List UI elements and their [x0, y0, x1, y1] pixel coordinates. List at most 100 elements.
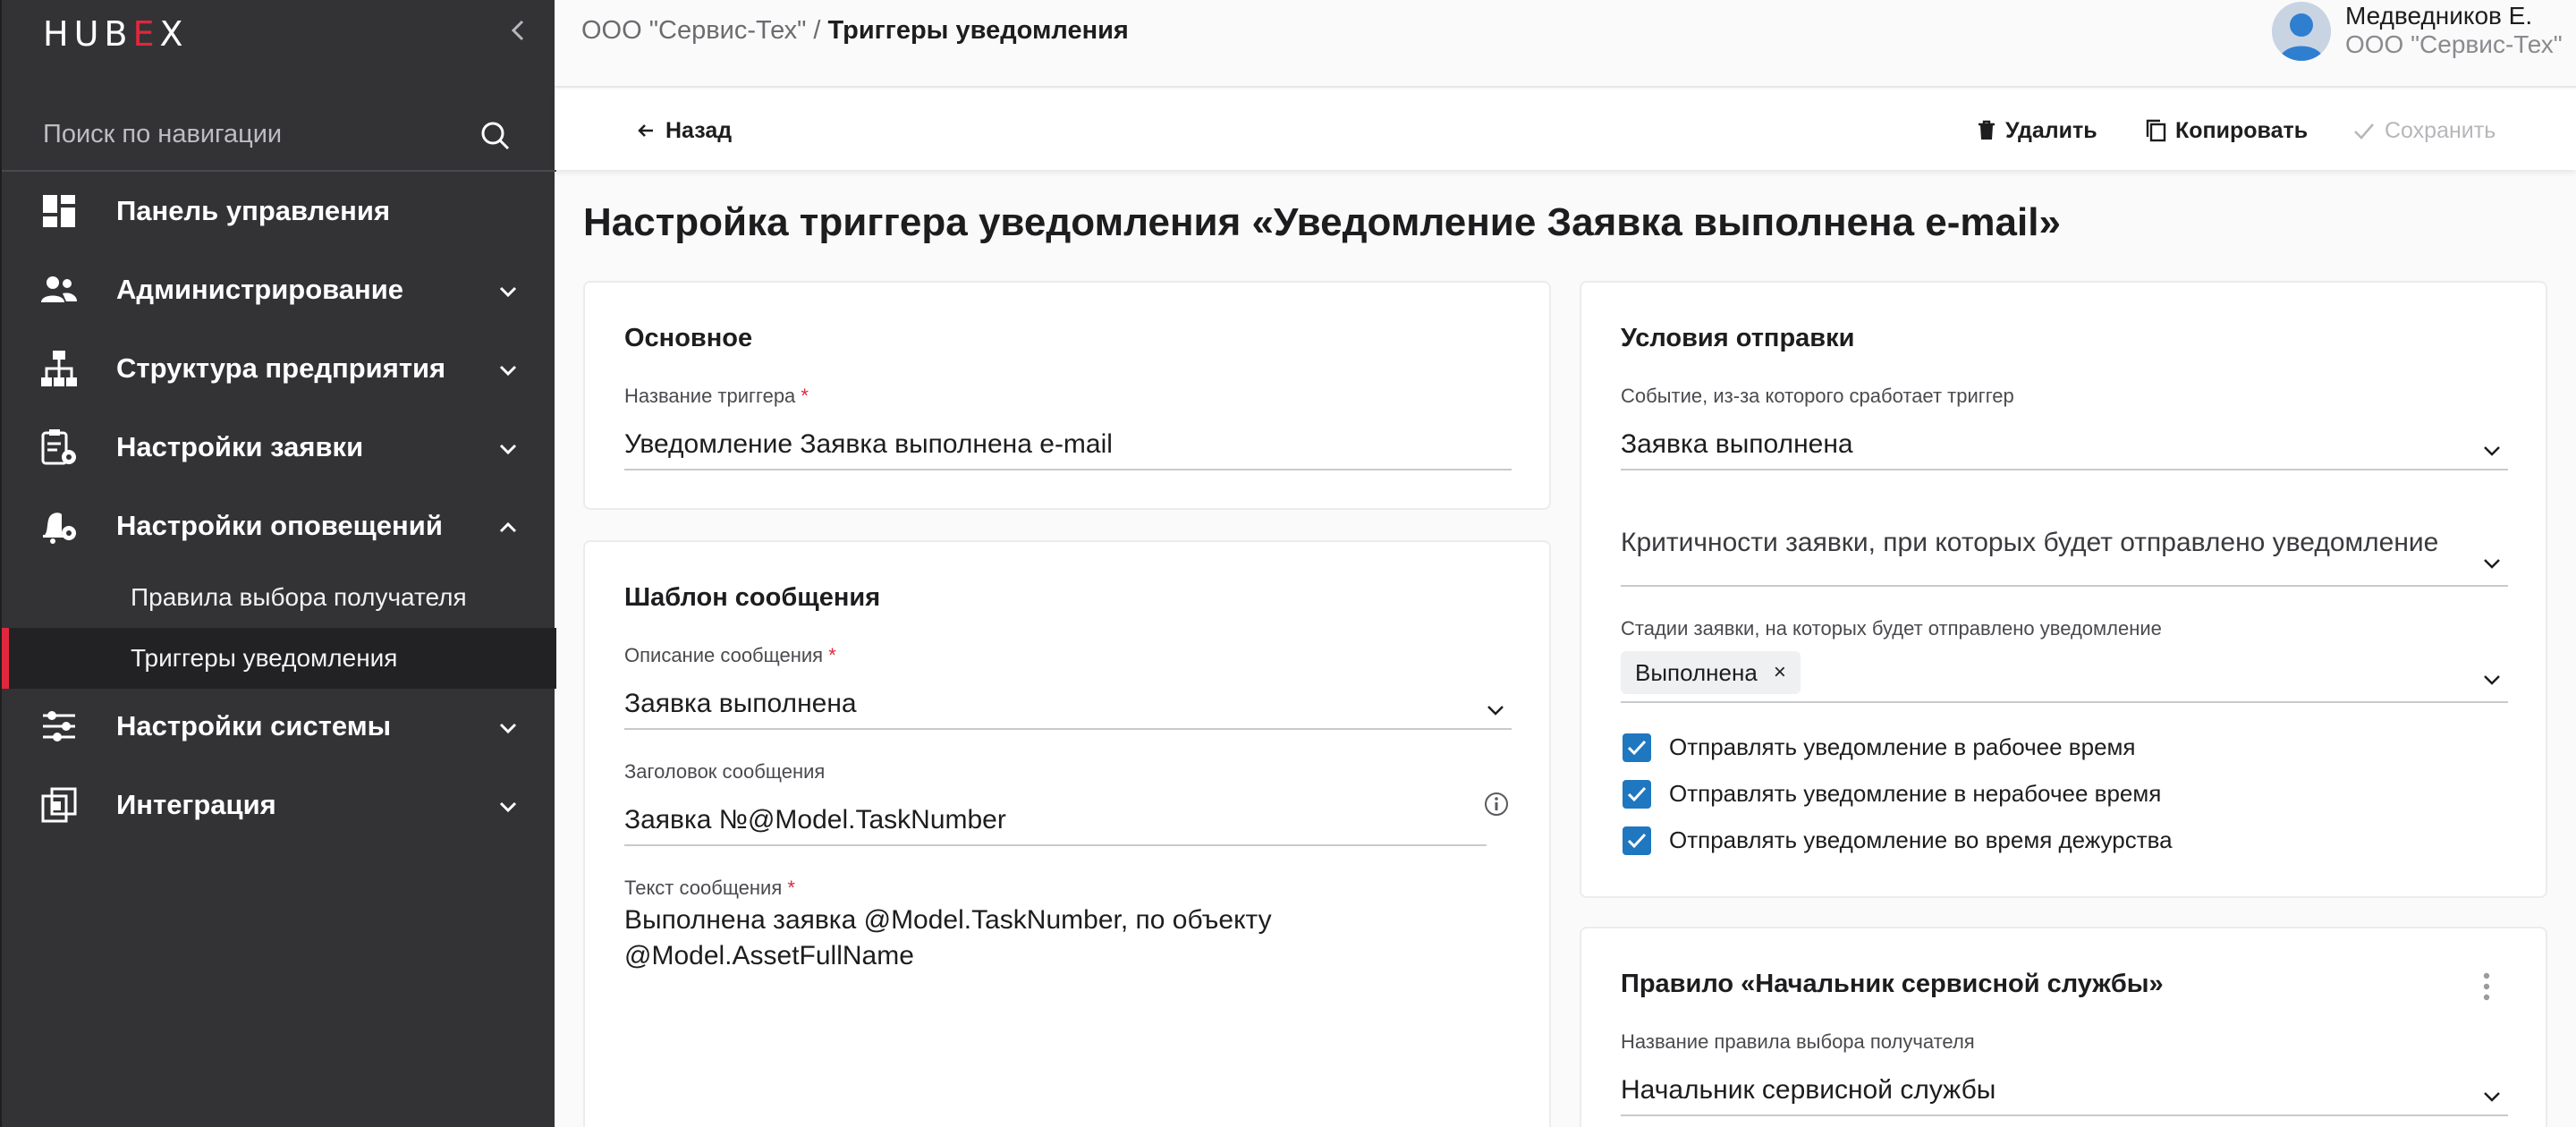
user-org: ООО "Сервис-Тех": [2345, 30, 2563, 58]
chevron-down-icon[interactable]: [1485, 699, 1506, 721]
user-avatar-icon: [2272, 2, 2331, 61]
message-template-card: Шаблон сообщения Описание сообщения * За…: [583, 540, 1551, 1127]
breadcrumb-org[interactable]: ООО "Сервис-Тех": [581, 16, 806, 45]
logo-accent: E: [132, 14, 160, 54]
chevron-down-icon[interactable]: [2481, 669, 2503, 691]
chevron-left-icon: [511, 20, 524, 41]
stage-chip: Выполнена ×: [1621, 651, 1801, 694]
bell-settings-icon: [43, 513, 76, 544]
input-underline: [1621, 469, 2508, 470]
message-body-line[interactable]: Выполнена заявка @Model.TaskNumber, по о…: [624, 905, 1272, 936]
breadcrumb-separator: /: [806, 16, 828, 45]
input-underline: [1621, 1114, 2508, 1116]
non-work-hours-checkbox[interactable]: [1623, 780, 1651, 809]
required-mark: *: [801, 385, 809, 407]
sidebar-subitem-label: Триггеры уведомления: [131, 644, 398, 672]
chevron-down-icon[interactable]: [2481, 440, 2503, 462]
sidebar-item-request-settings[interactable]: Настройки заявки: [2, 410, 556, 488]
sidebar-item-label: Интеграция: [116, 789, 276, 820]
copy-label: Копировать: [2175, 117, 2309, 143]
work-hours-checkbox[interactable]: [1623, 733, 1651, 762]
sidebar-item-dashboard[interactable]: Панель управления: [2, 174, 556, 252]
chevron-down-icon: [499, 444, 517, 455]
action-bar: Назад Удалить Копировать Сохранить: [555, 89, 2576, 170]
chevron-down-icon[interactable]: [2481, 553, 2503, 574]
basic-card: Основное Название триггера * Уведомление…: [583, 281, 1551, 510]
sidebar-subitem-label: Правила выбора получателя: [131, 583, 467, 611]
user-menu[interactable]: Медведников Е. ООО "Сервис-Тех": [2272, 0, 2576, 63]
users-icon: [41, 276, 77, 302]
message-subject-input[interactable]: Заявка №@Model.TaskNumber: [624, 805, 1006, 835]
input-underline: [624, 728, 1512, 730]
checkbox-label: Отправлять уведомление во время дежурств…: [1669, 826, 2173, 853]
hubex-logo[interactable]: HUBEX: [43, 14, 189, 54]
logo-text: HUB: [43, 14, 133, 54]
check-icon: [1627, 786, 1647, 802]
save-button[interactable]: Сохранить: [2352, 113, 2496, 148]
chevron-down-icon: [499, 286, 517, 298]
input-underline: [624, 469, 1512, 470]
label-text: Название триггера: [624, 385, 796, 407]
rule-name-select[interactable]: Начальник сервисной службы: [1621, 1075, 1996, 1106]
message-subject-label: Заголовок сообщения: [624, 760, 826, 783]
logo-text-end: X: [159, 14, 189, 54]
delete-label: Удалить: [2005, 117, 2097, 143]
integration-icon: [41, 787, 77, 823]
logo-row: HUBEX: [2, 0, 556, 63]
more-vertical-icon[interactable]: [2479, 971, 2494, 1002]
chip-remove-icon[interactable]: ×: [1774, 660, 1786, 685]
trigger-name-label: Название триггера *: [624, 385, 809, 408]
sidebar-item-structure[interactable]: Структура предприятия: [2, 331, 556, 410]
copy-icon: [2146, 119, 2166, 142]
sidebar-item-label: Настройки оповещений: [116, 510, 443, 541]
chevron-down-icon[interactable]: [2481, 1086, 2503, 1107]
back-button[interactable]: Назад: [635, 113, 732, 148]
copy-button[interactable]: Копировать: [2145, 113, 2308, 148]
topbar: ООО "Сервис-Тех" / Триггеры уведомления …: [555, 0, 2576, 88]
event-select[interactable]: Заявка выполнена: [1621, 429, 1853, 460]
required-mark: *: [828, 644, 836, 666]
message-body-label: Текст сообщения *: [624, 877, 795, 900]
trigger-name-input[interactable]: Уведомление Заявка выполнена e-mail: [624, 429, 1113, 460]
back-label: Назад: [665, 117, 733, 143]
info-icon[interactable]: [1483, 791, 1510, 818]
card-title: Правило «Начальник сервисной службы»: [1621, 970, 2164, 998]
search-icon[interactable]: [478, 118, 513, 154]
sidebar-item-label: Настройки системы: [116, 710, 392, 741]
duty-time-checkbox[interactable]: [1623, 826, 1651, 855]
nav-search-input[interactable]: [43, 114, 463, 154]
chevron-down-icon: [499, 723, 517, 734]
breadcrumb: ООО "Сервис-Тех" / Триггеры уведомления: [581, 16, 1129, 46]
arrow-left-icon: [638, 124, 653, 137]
chip-label: Выполнена: [1635, 658, 1758, 686]
input-underline: [1621, 701, 2508, 703]
message-description-select[interactable]: Заявка выполнена: [624, 689, 857, 719]
label-text: Описание сообщения: [624, 644, 824, 666]
message-description-label: Описание сообщения *: [624, 644, 836, 667]
card-title: Шаблон сообщения: [624, 583, 881, 612]
sidebar-subitem-notification-triggers[interactable]: Триггеры уведомления: [2, 628, 556, 689]
sidebar-item-integration[interactable]: Интеграция: [2, 767, 556, 846]
sidebar-subitem-recipient-rules[interactable]: Правила выбора получателя: [2, 567, 556, 628]
criticality-select[interactable]: Критичности заявки, при которых будет от…: [1621, 528, 2438, 558]
recipient-rule-card: Правило «Начальник сервисной службы» Наз…: [1580, 927, 2547, 1127]
message-body-line[interactable]: @Model.AssetFullName: [624, 941, 914, 971]
sidebar-item-administration[interactable]: Администрирование: [2, 252, 556, 331]
sidebar-item-label: Настройки заявки: [116, 431, 364, 462]
sidebar-item-system-settings[interactable]: Настройки системы: [2, 689, 556, 767]
send-conditions-card: Условия отправки Событие, из-за которого…: [1580, 281, 2547, 898]
user-name: Медведников Е.: [2345, 2, 2533, 30]
sidebar: HUBEX Панель управления Администрировани…: [0, 0, 556, 1127]
save-label: Сохранить: [2385, 117, 2496, 143]
collapse-sidebar-button[interactable]: [501, 13, 537, 48]
checkbox-row: Отправлять уведомление в нерабочее время: [1623, 780, 2428, 816]
nav-search: [2, 97, 556, 172]
chevron-down-icon: [499, 365, 517, 377]
checkbox-row: Отправлять уведомление во время дежурств…: [1623, 826, 2428, 862]
dashboard-icon: [43, 195, 75, 227]
sidebar-item-notification-settings[interactable]: Настройки оповещений: [2, 488, 556, 567]
rule-name-label: Название правила выбора получателя: [1621, 1030, 1975, 1053]
delete-button[interactable]: Удалить: [1977, 113, 2097, 148]
hierarchy-icon: [41, 351, 77, 386]
sidebar-item-label: Панель управления: [116, 195, 391, 226]
